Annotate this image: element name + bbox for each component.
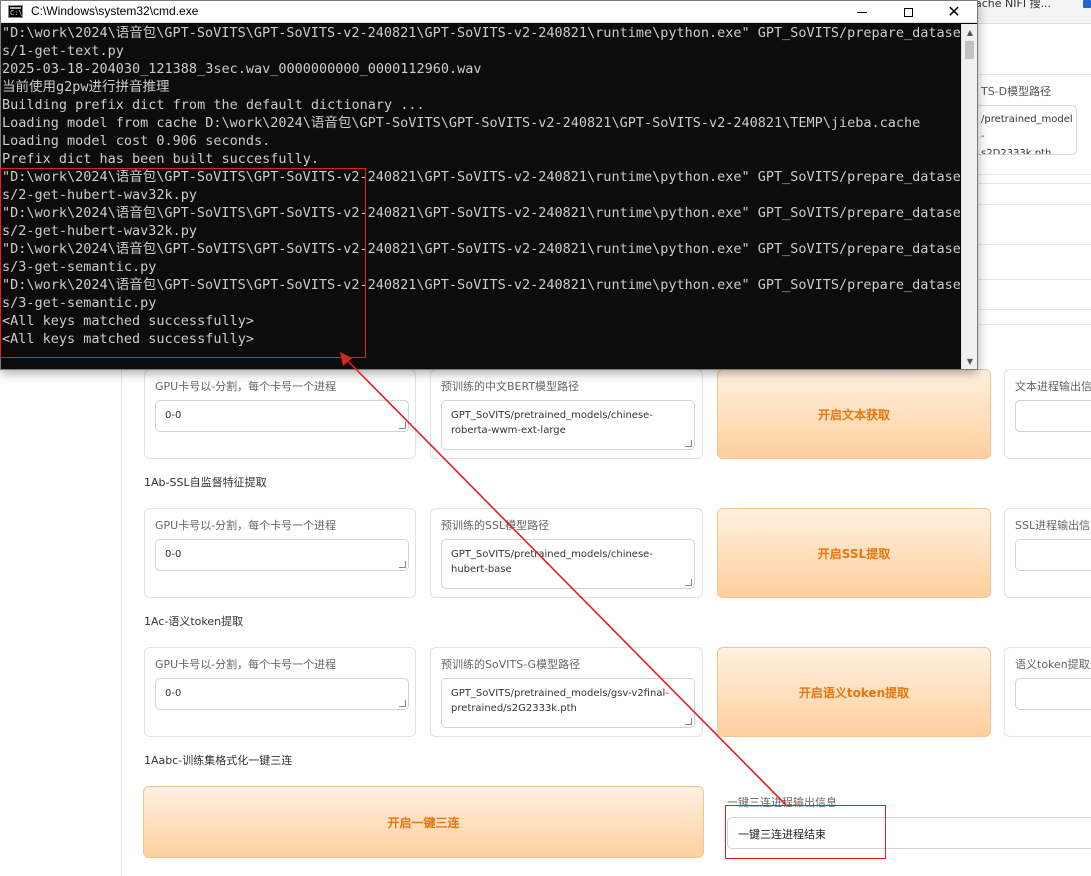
token-gpu-card: GPU卡号以-分割，每个卡号一个进程 0-0 [144,647,416,737]
resize-grip-icon[interactable] [685,718,692,725]
minimize-button[interactable] [839,1,885,23]
ssl-model-input[interactable]: GPT_SoVITS/pretrained_models/chinese-hub… [441,539,695,589]
close-icon: ✕ [947,2,961,21]
token-model-card: 预训练的SoVITS-G模型路径 GPT_SoVITS/pretrained_m… [430,647,703,737]
token-model-value: GPT_SoVITS/pretrained_models/gsv-v2final… [451,688,669,714]
token-model-label: 预训练的SoVITS-G模型路径 [441,658,581,671]
text-output-label: 文本进程输出信 [1015,380,1091,393]
ssl-model-label: 预训练的SSL模型路径 [441,519,550,532]
start-text-button[interactable]: 开启文本获取 [717,369,991,459]
divider [960,244,1091,245]
sovits-d-path-label: TS-D模型路径 [981,85,1052,98]
ssl-section-title: 1Ab-SSL自监督特征提取 [144,476,267,489]
text-output-card: 文本进程输出信 [1004,369,1091,459]
text-model-value: GPT_SoVITS/pretrained_models/chinese-rob… [451,410,653,436]
sovits-d-path-card: TS-D模型路径 /pretrained_model - s2D2333k.pt… [962,74,1091,184]
scroll-down-icon[interactable]: ▼ [962,353,978,369]
resize-grip-icon[interactable] [685,579,692,586]
annotation-box-output [725,805,886,859]
sovits-d-path-value: /pretrained_model - s2D2333k.pth [981,114,1073,155]
divider [960,204,1091,205]
cmd-window-title: C:\Windows\system32\cmd.exe [31,4,199,18]
resize-grip-icon[interactable] [685,440,692,447]
token-output-label: 语义token提取进 [1015,658,1091,671]
text-gpu-value: 0-0 [165,410,182,421]
minimize-icon [857,11,867,13]
text-gpu-label: GPU卡号以-分割，每个卡号一个进程 [155,380,337,393]
ssl-model-card: 预训练的SSL模型路径 GPT_SoVITS/pretrained_models… [430,508,703,598]
text-model-input[interactable]: GPT_SoVITS/pretrained_models/chinese-rob… [441,400,695,450]
start-text-button-label: 开启文本获取 [817,407,890,422]
start-ssl-button[interactable]: 开启SSL提取 [717,508,991,598]
text-gpu-card: GPU卡号以-分割，每个卡号一个进程 0-0 [144,369,416,459]
console-icon-text: C:\ [10,9,23,17]
console-line: 当前使用g2pw进行拼音推理 [2,79,170,95]
maximize-button[interactable] [885,1,931,23]
ssl-model-value: GPT_SoVITS/pretrained_models/chinese-hub… [451,549,653,575]
token-model-input[interactable]: GPT_SoVITS/pretrained_models/gsv-v2final… [441,678,695,728]
abc-section-title: 1Aabc-训练集格式化一键三连 [144,754,293,767]
ssl-gpu-input[interactable]: 0-0 [155,539,409,571]
close-button[interactable]: ✕ [931,1,977,23]
console-line: 2025-03-18-204030_121388_3sec.wav_000000… [2,61,482,77]
start-one-click-button[interactable]: 开启一键三连 [143,786,704,858]
start-token-button-label: 开启语义token提取 [798,685,910,700]
ssl-gpu-card: GPU卡号以-分割，每个卡号一个进程 0-0 [144,508,416,598]
console-scrollbar[interactable]: ▲ ▼ [961,24,977,369]
console-icon: C:\ [8,5,23,18]
console-line: Prefix dict has been built succesfully. [2,151,319,167]
token-output-card: 语义token提取进 [1004,647,1091,737]
token-section-title: 1Ac-语义token提取 [144,615,244,628]
text-gpu-input[interactable]: 0-0 [155,400,409,432]
token-output-field[interactable] [1015,678,1091,710]
text-output-field[interactable] [1015,400,1091,432]
maximize-icon [903,7,913,17]
start-ssl-button-label: 开启SSL提取 [817,546,891,561]
annotation-box-console [0,168,366,358]
console-line: Loading model from cache D:\work\2024\语音… [2,115,921,131]
scroll-up-icon[interactable]: ▲ [962,24,978,40]
text-model-label: 预训练的中文BERT模型路径 [441,380,580,393]
resize-grip-icon[interactable] [399,422,406,429]
browser-tab[interactable]: ache NIFI 搜... [975,0,1051,24]
ssl-output-card: SSL进程输出信息 [1004,508,1091,598]
ssl-gpu-label: GPU卡号以-分割，每个卡号一个进程 [155,519,337,532]
token-gpu-label: GPU卡号以-分割，每个卡号一个进程 [155,658,337,671]
console-line: Loading model cost 0.906 seconds. [2,133,271,149]
divider [960,279,1091,280]
token-gpu-input[interactable]: 0-0 [155,678,409,710]
ssl-output-field[interactable] [1015,539,1091,571]
scroll-thumb[interactable] [965,41,974,59]
text-model-card: 预训练的中文BERT模型路径 GPT_SoVITS/pretrained_mod… [430,369,703,459]
token-gpu-value: 0-0 [165,688,182,699]
divider [960,174,1091,175]
resize-grip-icon[interactable] [399,561,406,568]
extension-icon[interactable] [1083,0,1091,8]
ssl-gpu-value: 0-0 [165,549,182,560]
cmd-titlebar[interactable]: C:\ C:\Windows\system32\cmd.exe ✕ [1,1,977,23]
ssl-output-label: SSL进程输出信息 [1015,519,1091,532]
start-token-button[interactable]: 开启语义token提取 [717,647,991,737]
divider [960,309,1091,310]
console-line: s/1-get-text.py [2,43,124,59]
console-line: Building prefix dict from the default di… [2,97,425,113]
console-line: "D:\work\2024\语音包\GPT-SoVITS\GPT-SoVITS-… [2,25,960,41]
sovits-d-path-input[interactable]: /pretrained_model - s2D2333k.pth [973,105,1077,155]
resize-grip-icon[interactable] [399,700,406,707]
start-one-click-button-label: 开启一键三连 [387,815,460,830]
